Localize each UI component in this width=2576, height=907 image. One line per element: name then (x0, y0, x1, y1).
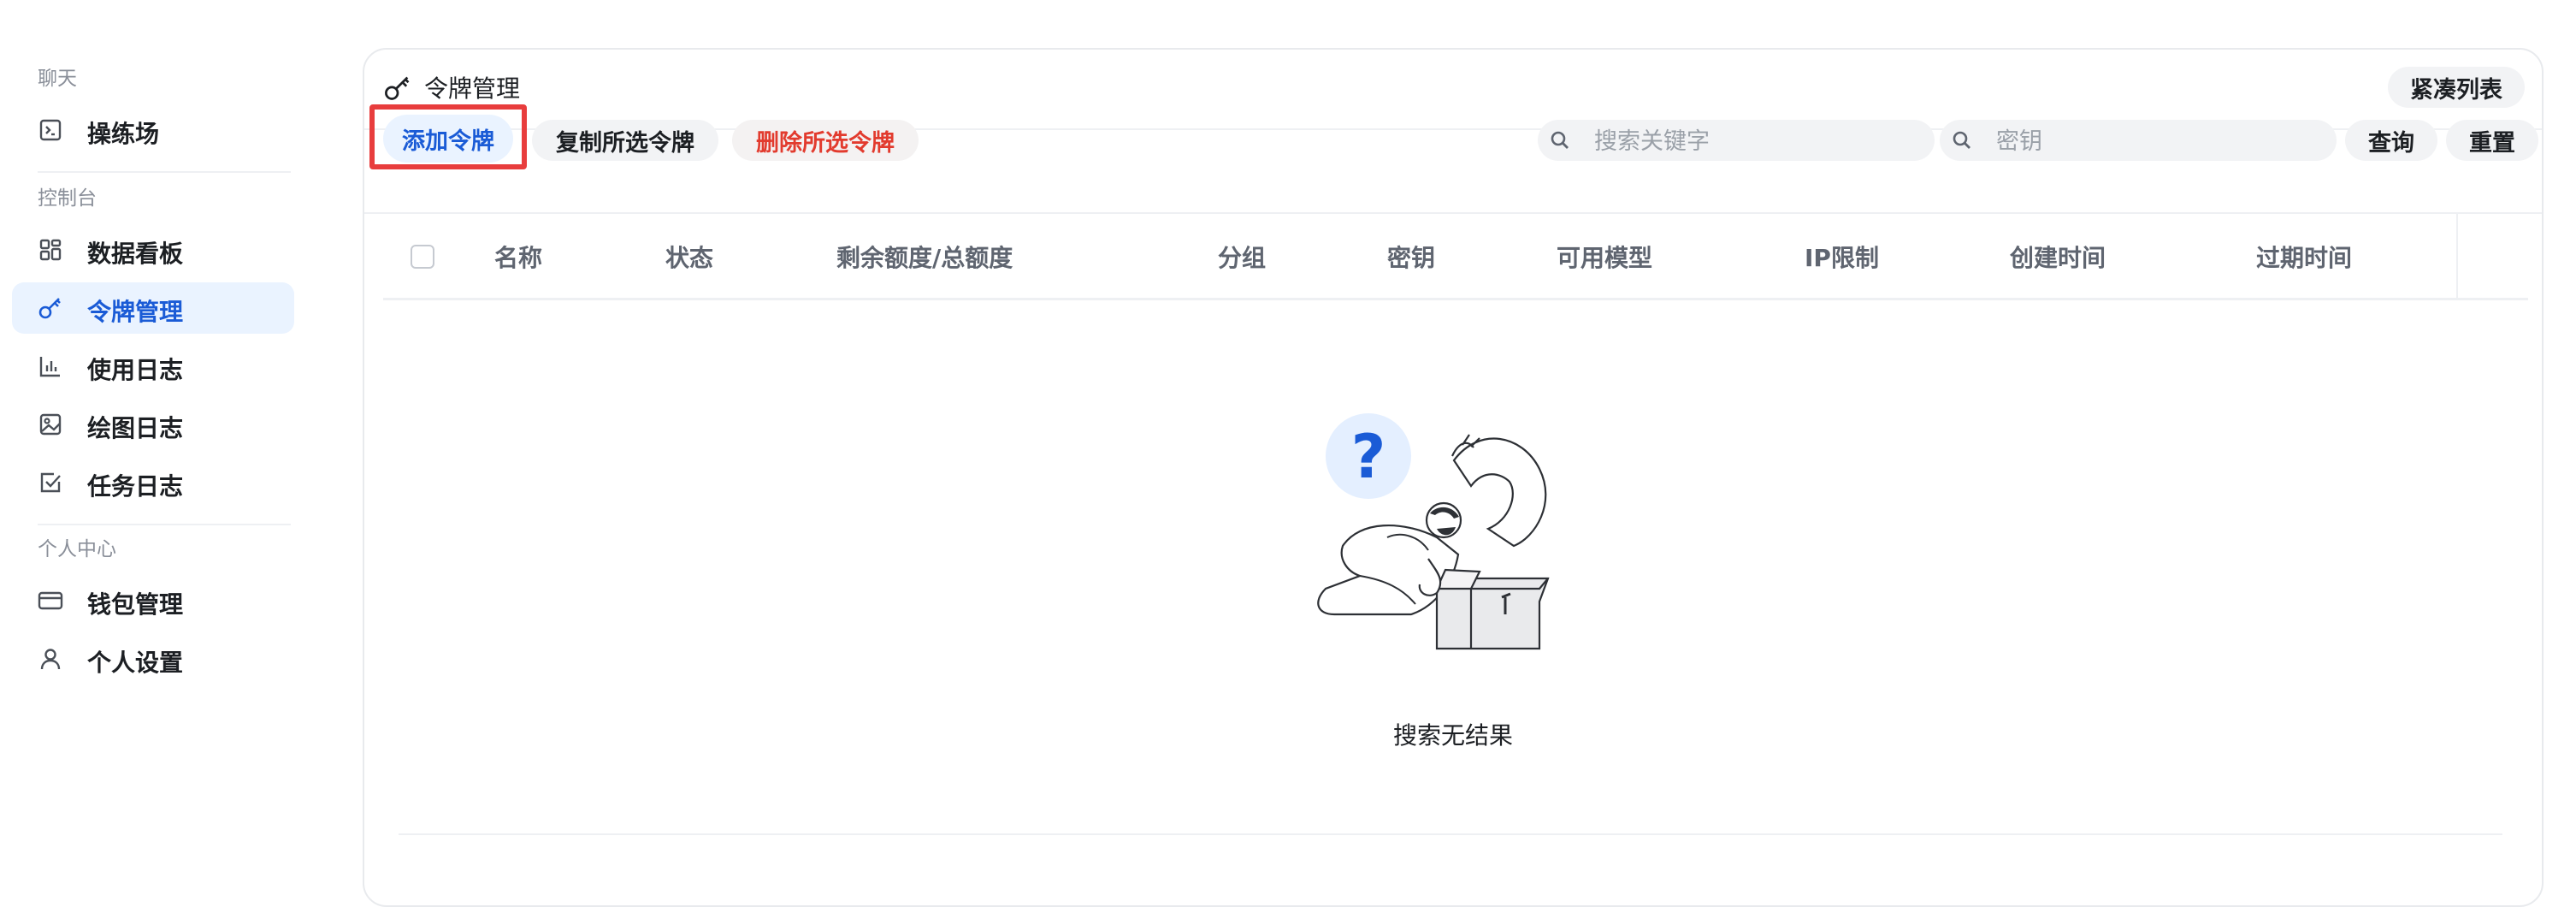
section-chat: 聊天 (38, 68, 77, 90)
wallet-icon (38, 588, 63, 614)
sidebar-item-drawing-logs[interactable]: 绘图日志 (12, 399, 294, 450)
card-header: 令牌管理 紧凑列表 (364, 50, 2542, 130)
key-search-input[interactable] (1994, 120, 2326, 163)
keyword-search-input[interactable] (1592, 120, 1924, 163)
query-button[interactable]: 查询 (2345, 120, 2437, 161)
sidebar-item-wallet[interactable]: 钱包管理 (12, 575, 294, 626)
terminal-icon (38, 117, 63, 143)
sidebar-item-label: 令牌管理 (87, 298, 184, 326)
sidebar-item-label: 使用日志 (87, 356, 184, 384)
page-title: 令牌管理 (424, 74, 521, 103)
key-icon (383, 74, 412, 103)
sidebar-item-tokens[interactable]: 令牌管理 (12, 282, 294, 334)
column-header-name: 名称 (494, 244, 543, 272)
empty-state-message: 搜索无结果 (1392, 721, 1513, 750)
user-icon (38, 646, 63, 672)
search-icon (1550, 130, 1570, 151)
column-header-status: 状态 (665, 244, 714, 272)
sidebar-item-label: 操练场 (87, 120, 160, 148)
reset-button[interactable]: 重置 (2446, 120, 2538, 161)
column-separator (2456, 214, 2458, 298)
column-header-group: 分组 (1218, 244, 1267, 272)
delete-selected-tokens-button[interactable]: 删除所选令牌 (732, 120, 919, 161)
section-personal: 个人中心 (38, 538, 116, 560)
empty-search-illustration: ? (1317, 413, 1550, 650)
sidebar-item-label: 数据看板 (87, 240, 184, 268)
sidebar-item-task-logs[interactable]: 任务日志 (12, 457, 294, 508)
image-icon (38, 412, 63, 437)
select-all-checkbox[interactable] (411, 245, 434, 269)
column-header-expires: 过期时间 (2256, 244, 2353, 272)
sidebar-item-playground[interactable]: 操练场 (12, 104, 294, 156)
column-header-quota: 剩余额度/总额度 (836, 244, 1013, 272)
sidebar: 聊天 操练场 控制台 数据看板 令牌管理 使用日志 绘图日志 任务日志 个人中心… (0, 0, 363, 873)
compact-list-button[interactable]: 紧凑列表 (2388, 67, 2525, 108)
checkbox-icon (38, 470, 63, 495)
add-token-button[interactable]: 添加令牌 (383, 115, 513, 163)
section-console: 控制台 (38, 187, 97, 210)
sidebar-item-label: 钱包管理 (87, 590, 184, 619)
sidebar-item-label: 绘图日志 (87, 414, 184, 442)
svg-text:?: ? (1351, 422, 1386, 492)
copy-selected-tokens-button[interactable]: 复制所选令牌 (532, 120, 718, 161)
search-icon (1952, 130, 1972, 151)
column-header-key: 密钥 (1387, 244, 1436, 272)
token-management-card: 令牌管理 紧凑列表 添加令牌 复制所选令牌 删除所选令牌 查询 重置 名称 状态… (363, 48, 2544, 907)
table-footer-divider (399, 833, 2502, 835)
key-search-field[interactable] (1940, 120, 2337, 163)
sidebar-item-dashboard[interactable]: 数据看板 (12, 224, 294, 276)
column-header-ip-limit: IP限制 (1805, 244, 1879, 272)
empty-state: ? 搜索无结果 (364, 298, 2542, 837)
sidebar-item-label: 个人设置 (87, 649, 184, 677)
key-icon (38, 295, 63, 321)
sidebar-divider (38, 171, 291, 173)
keyword-search-field[interactable] (1538, 120, 1935, 163)
sidebar-divider (38, 524, 291, 525)
column-header-created: 创建时间 (2010, 244, 2106, 272)
column-header-models: 可用模型 (1557, 244, 1653, 272)
dashboard-icon (38, 237, 63, 263)
bar-chart-icon (38, 353, 63, 379)
sidebar-item-label: 任务日志 (87, 472, 184, 501)
table-header: 名称 状态 剩余额度/总额度 分组 密钥 可用模型 IP限制 创建时间 过期时间 (383, 214, 2528, 300)
sidebar-item-usage-logs[interactable]: 使用日志 (12, 341, 294, 392)
sidebar-item-settings[interactable]: 个人设置 (12, 633, 294, 685)
